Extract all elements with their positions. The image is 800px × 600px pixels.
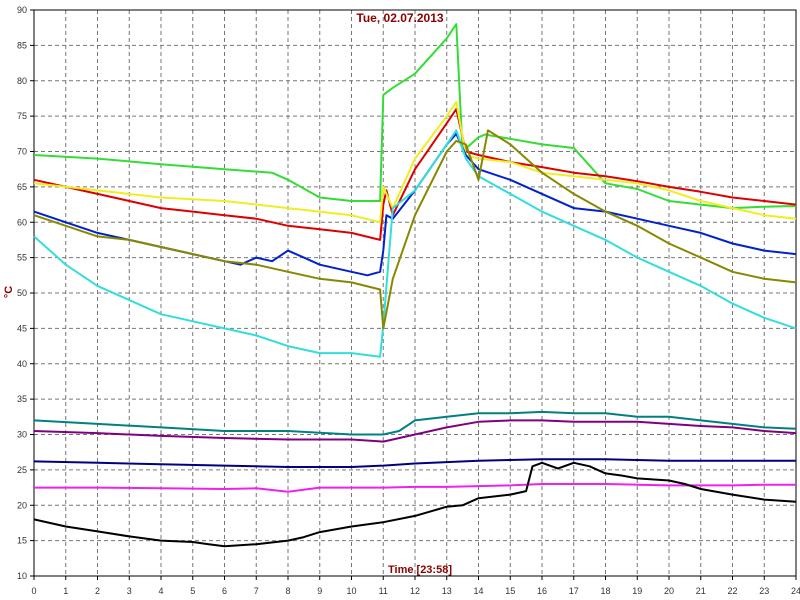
x-tick-label: 10 <box>346 586 356 596</box>
x-tick-label: 13 <box>442 586 452 596</box>
y-tick-label: 80 <box>17 76 27 86</box>
chart-title: Tue, 02.07.2013 <box>356 11 443 25</box>
y-tick-label: 50 <box>17 288 27 298</box>
x-tick-label: 7 <box>254 586 259 596</box>
y-tick-label: 85 <box>17 40 27 50</box>
x-tick-label: 14 <box>473 586 483 596</box>
y-tick-label: 55 <box>17 253 27 263</box>
x-tick-label: 11 <box>379 586 388 596</box>
chart-background <box>0 0 800 600</box>
y-tick-label: 20 <box>17 500 27 510</box>
x-tick-label: 19 <box>632 586 642 596</box>
x-tick-label: 12 <box>410 586 420 596</box>
x-tick-label: 20 <box>664 586 674 596</box>
chart-svg: 0 1 2 3 4 5 6 7 8 9 10 11 12 13 14 15 16 17 18 19 20 21 22 23 24… <box>0 0 800 600</box>
x-tick-label: 23 <box>759 586 769 596</box>
x-tick-label: 1 <box>63 586 68 596</box>
y-tick-label: 60 <box>17 217 27 227</box>
y-tick-label: 70 <box>17 147 27 157</box>
x-tick-label: 2 <box>95 586 100 596</box>
y-tick-label: 35 <box>17 394 27 404</box>
x-tick-label: 15 <box>505 586 515 596</box>
x-tick-label: 17 <box>569 586 579 596</box>
x-tick-label: 6 <box>222 586 227 596</box>
x-tick-label: 21 <box>696 586 706 596</box>
x-tick-label: 18 <box>600 586 610 596</box>
y-tick-label: 40 <box>17 359 27 369</box>
x-tick-label: 8 <box>285 586 290 596</box>
x-tick-label: 9 <box>317 586 322 596</box>
y-tick-label: 75 <box>17 111 27 121</box>
x-tick-label: 16 <box>537 586 547 596</box>
temperature-chart: 0 1 2 3 4 5 6 7 8 9 10 11 12 13 14 15 16 17 18 19 20 21 22 23 24… <box>0 0 800 600</box>
y-tick-label: 90 <box>17 5 27 15</box>
x-tick-label: 5 <box>190 586 195 596</box>
x-tick-label: 0 <box>31 586 36 596</box>
x-tick-label: 3 <box>127 586 132 596</box>
x-tick-label: 4 <box>158 586 163 596</box>
y-tick-label: 30 <box>17 430 27 440</box>
y-axis-label: °C <box>3 286 15 298</box>
x-tick-label: 22 <box>727 586 737 596</box>
y-tick-label: 45 <box>17 323 27 333</box>
y-tick-label: 10 <box>17 571 27 581</box>
y-tick-label: 65 <box>17 182 27 192</box>
y-tick-label: 25 <box>17 465 27 475</box>
x-tick-label: 24 <box>791 586 800 596</box>
x-axis-label: Time [23:58] <box>388 564 452 576</box>
y-tick-label: 15 <box>17 536 27 546</box>
